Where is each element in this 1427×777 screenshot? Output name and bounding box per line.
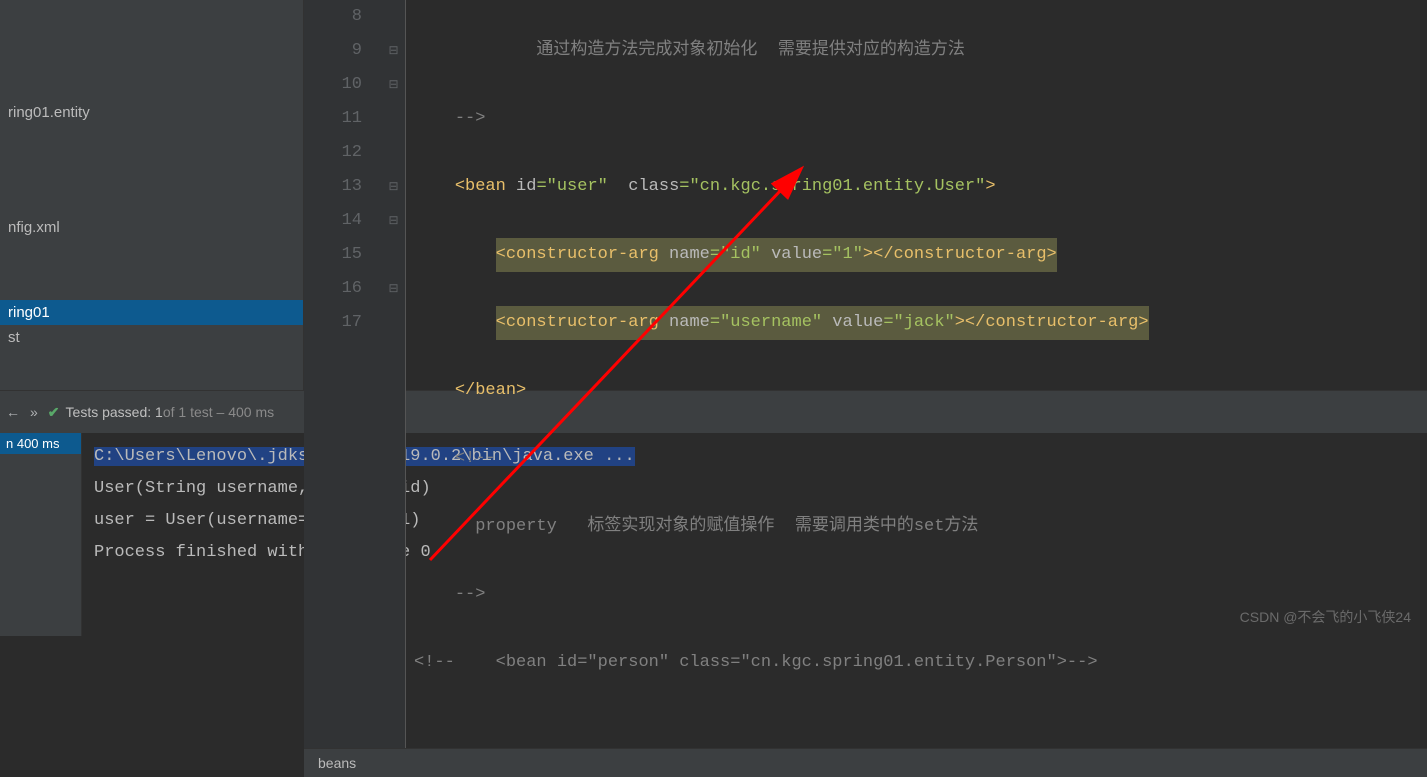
sidebar-item-st[interactable]: st: [0, 325, 303, 350]
sidebar-item-config[interactable]: nfig.xml: [0, 215, 303, 240]
test-tree-item[interactable]: n 400 ms: [0, 433, 81, 454]
project-sidebar[interactable]: ring01.entity nfig.xml ring01 st: [0, 0, 304, 390]
watermark: CSDN @不会飞的小飞侠24: [1240, 607, 1411, 627]
breadcrumb[interactable]: beans: [304, 748, 1427, 777]
expand-icon[interactable]: »: [30, 404, 38, 420]
check-icon: ✔: [48, 404, 60, 421]
sidebar-item-ring01[interactable]: ring01: [0, 300, 303, 325]
code-editor[interactable]: 8 9 10 11 12 13 14 15 16 17 ⊟ ⊟ ⊟ ⊟ ⊟: [304, 0, 1427, 390]
back-icon[interactable]: ←: [6, 404, 20, 420]
test-status-label: Tests passed: 1: [66, 404, 163, 420]
sidebar-item-entity[interactable]: ring01.entity: [0, 100, 303, 125]
test-tree[interactable]: n 400 ms: [0, 433, 82, 636]
line-gutter: 8 9 10 11 12 13 14 15 16 17: [304, 0, 382, 748]
code-content[interactable]: 通过构造方法完成对象初始化 需要提供对应的构造方法 --> <bean id="…: [406, 0, 1427, 748]
fold-column[interactable]: ⊟ ⊟ ⊟ ⊟ ⊟: [382, 0, 406, 748]
